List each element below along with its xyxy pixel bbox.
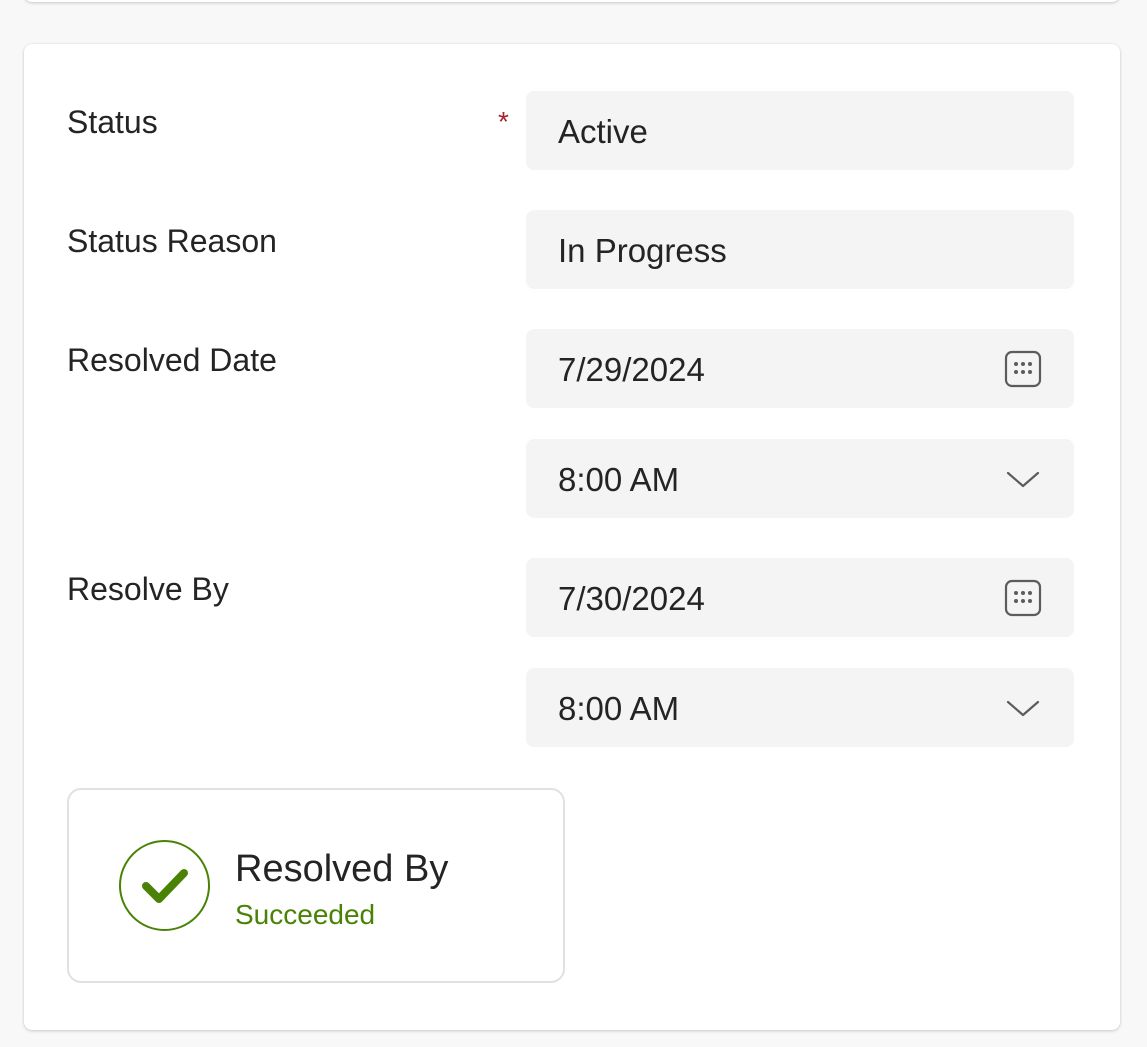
resolved-time-value: 8:00 AM [558,461,680,498]
resolved-date-value: 7/29/2024 [558,351,705,388]
chevron-down-icon [1004,460,1042,498]
resolved-date-label: Resolved Date [67,342,277,378]
resolved-time-select[interactable]: 8:00 AM [526,439,1074,518]
status-section-card: Status * Active Status Reason In Progres… [24,44,1120,1030]
status-reason-value: In Progress [558,232,727,269]
calendar-icon[interactable] [1004,579,1042,617]
resolved-date-input[interactable]: 7/29/2024 [526,329,1074,408]
resolved-by-tile[interactable]: Resolved By Succeeded [67,788,565,983]
resolved-by-status: Succeeded [235,899,376,930]
resolve-by-label: Resolve By [67,571,229,607]
status-reason-label: Status Reason [67,223,277,259]
resolve-by-time-value: 8:00 AM [558,690,680,727]
resolve-by-date-value: 7/30/2024 [558,580,705,617]
resolve-by-time-select[interactable]: 8:00 AM [526,668,1074,747]
resolve-by-date-input[interactable]: 7/30/2024 [526,558,1074,637]
status-field[interactable]: Active [526,91,1074,170]
required-marker: * [498,106,509,137]
chevron-down-icon [1004,689,1042,727]
status-label: Status [67,104,158,140]
status-value: Active [558,113,648,150]
previous-section-card [24,0,1120,2]
calendar-icon[interactable] [1004,350,1042,388]
resolved-by-title: Resolved By [235,848,449,890]
status-reason-field[interactable]: In Progress [526,210,1074,289]
checkmark-icon [119,840,210,931]
